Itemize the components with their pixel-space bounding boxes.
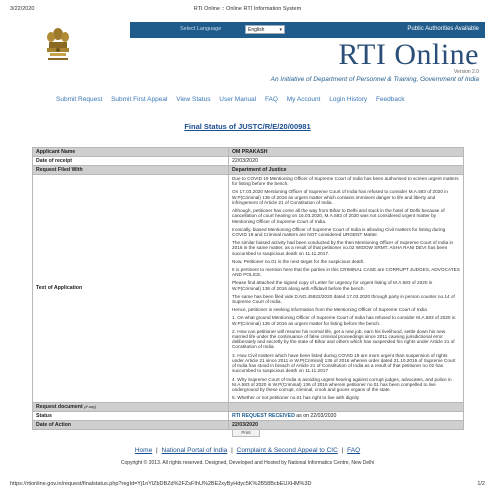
copyright-text: Copyright © 2013. All rights reserved. D…: [120, 460, 375, 466]
application-paragraph: On 17.03.2020 Mentioning Officer of Supr…: [232, 189, 448, 205]
nav-view-status[interactable]: View Status: [176, 96, 210, 103]
status-value[interactable]: RTI REQUEST RECEIVED: [232, 413, 295, 419]
version-label: Version 2.0: [453, 69, 479, 75]
top-bar: Select Language English ▾ Public Authori…: [130, 22, 485, 38]
application-paragraph: Although, petitioner has come all the wa…: [232, 208, 445, 224]
public-authorities-link[interactable]: Public Authorities Available: [407, 26, 479, 32]
application-paragraph: Please find attached the signed copy of …: [232, 280, 433, 291]
nav-login-history[interactable]: Login History: [329, 96, 367, 103]
site-tagline: An Initiative of Department of Personnel…: [270, 76, 479, 83]
text-of-application: Due to COVID 19 Mentioning Officer of Su…: [228, 174, 464, 403]
footer-separator: |: [231, 447, 233, 454]
language-value: English: [248, 27, 265, 33]
site-banner: Select Language English ▾ Public Authori…: [10, 22, 485, 85]
footer-link-complaint-appeal[interactable]: Complaint & Second Appeal to CIC: [237, 447, 338, 454]
footer-link-home[interactable]: Home: [135, 447, 152, 454]
request-filed-with-value: Department of Justice: [228, 165, 464, 175]
status-label: Status: [32, 410, 229, 421]
status-table: Applicant Name OM PRAKASH Date of receip…: [32, 147, 464, 430]
application-paragraph: Due to COVID 19 Mentioning Officer of Su…: [232, 176, 459, 187]
print-button[interactable]: Print: [232, 429, 260, 437]
footer-link-faq[interactable]: FAQ: [347, 447, 360, 454]
application-paragraph: 3. How Civil matters which have been lis…: [232, 352, 456, 374]
request-document-label-text: Request document: [36, 403, 83, 410]
page-title: Final Status of JUSTC/R/E/20/00981: [184, 122, 311, 131]
print-header: 3/22/2020 RTI Online :: Online RTI Infor…: [10, 6, 485, 16]
select-language-label: Select Language: [180, 26, 222, 32]
site-brand: RTI Online: [338, 38, 479, 71]
nav-submit-first-appeal[interactable]: Submit First Appeal: [111, 96, 167, 103]
table-row: Date of Action 22/03/2020: [32, 419, 464, 430]
status-cell: RTI REQUEST RECEIVED as on 22/03/2020: [228, 410, 464, 421]
request-document-value: [228, 401, 464, 412]
nav-feedback[interactable]: Feedback: [376, 96, 405, 103]
applicant-name-label: Applicant Name: [32, 147, 229, 157]
print-footer: https://rtionline.gov.in/request/finalst…: [10, 481, 485, 491]
application-paragraph: Ironically, biased Mentioning Officer of…: [232, 226, 446, 238]
footer-separator: |: [341, 447, 344, 454]
application-paragraph: 1. On what ground Mentioning Officer of …: [232, 315, 456, 326]
date-of-receipt-value: 22/03/2020: [228, 156, 464, 166]
application-paragraph: Now, Petitioner no.01 is the next target…: [232, 258, 365, 264]
nav-my-account[interactable]: My Account: [287, 96, 321, 103]
application-paragraph: The same has been filed vide D.NO.45922/…: [232, 293, 455, 305]
footer-link-national-portal[interactable]: National Portal of India: [162, 447, 228, 454]
application-paragraph: 2. How can petitioner will resume his no…: [232, 328, 455, 350]
footer-links: Home | National Portal of India | Compla…: [0, 447, 495, 454]
table-row: Text of Application Due to COVID 19 Ment…: [32, 174, 464, 403]
request-filed-with-label: Request Filed With: [32, 165, 229, 175]
table-row: Request Filed With Department of Justice: [32, 165, 464, 175]
date-of-action-label: Date of Action: [32, 419, 229, 430]
applicant-name-value: OM PRAKASH: [228, 147, 464, 157]
chevron-down-icon: ▾: [279, 27, 282, 33]
print-page-title: RTI Online :: Online RTI Information Sys…: [193, 6, 302, 12]
print-page-number: 1/2: [477, 481, 485, 487]
table-row: Applicant Name OM PRAKASH: [32, 147, 464, 157]
nav-faq[interactable]: FAQ: [265, 96, 278, 103]
national-emblem-icon: [44, 25, 72, 67]
application-paragraph: 5. Whether or not petitioner no.01 has r…: [232, 395, 360, 401]
application-paragraph: The similar biased activity had been con…: [232, 240, 454, 256]
table-row: Request document (if any): [32, 401, 464, 412]
date-of-receipt-label: Date of receipt: [32, 156, 229, 166]
language-select[interactable]: English ▾: [245, 25, 285, 34]
footer-separator: |: [156, 447, 158, 454]
text-of-application-label: Text of Application: [32, 174, 229, 403]
main-nav: Submit Request Submit First Appeal View …: [56, 96, 455, 108]
request-document-note: (if any): [84, 403, 97, 409]
table-row: Date of receipt 22/03/2020: [32, 156, 464, 166]
table-row: Status RTI REQUEST RECEIVED as on 22/03/…: [32, 410, 464, 421]
print-url: https://rtionline.gov.in/request/finalst…: [10, 481, 312, 487]
application-paragraph: It is pertinent to mention here that the…: [232, 266, 460, 278]
application-paragraph: Hence, petitioner is seeking information…: [232, 307, 427, 313]
date-of-action-value: 22/03/2020: [228, 419, 464, 430]
request-document-label: Request document (if any): [32, 401, 229, 412]
nav-submit-request[interactable]: Submit Request: [56, 96, 102, 103]
nav-user-manual[interactable]: User Manual: [219, 96, 256, 103]
status-suffix: as on 22/03/2020: [294, 412, 337, 419]
application-paragraph: 4. Why Supreme Court of India is avoidin…: [232, 376, 452, 393]
